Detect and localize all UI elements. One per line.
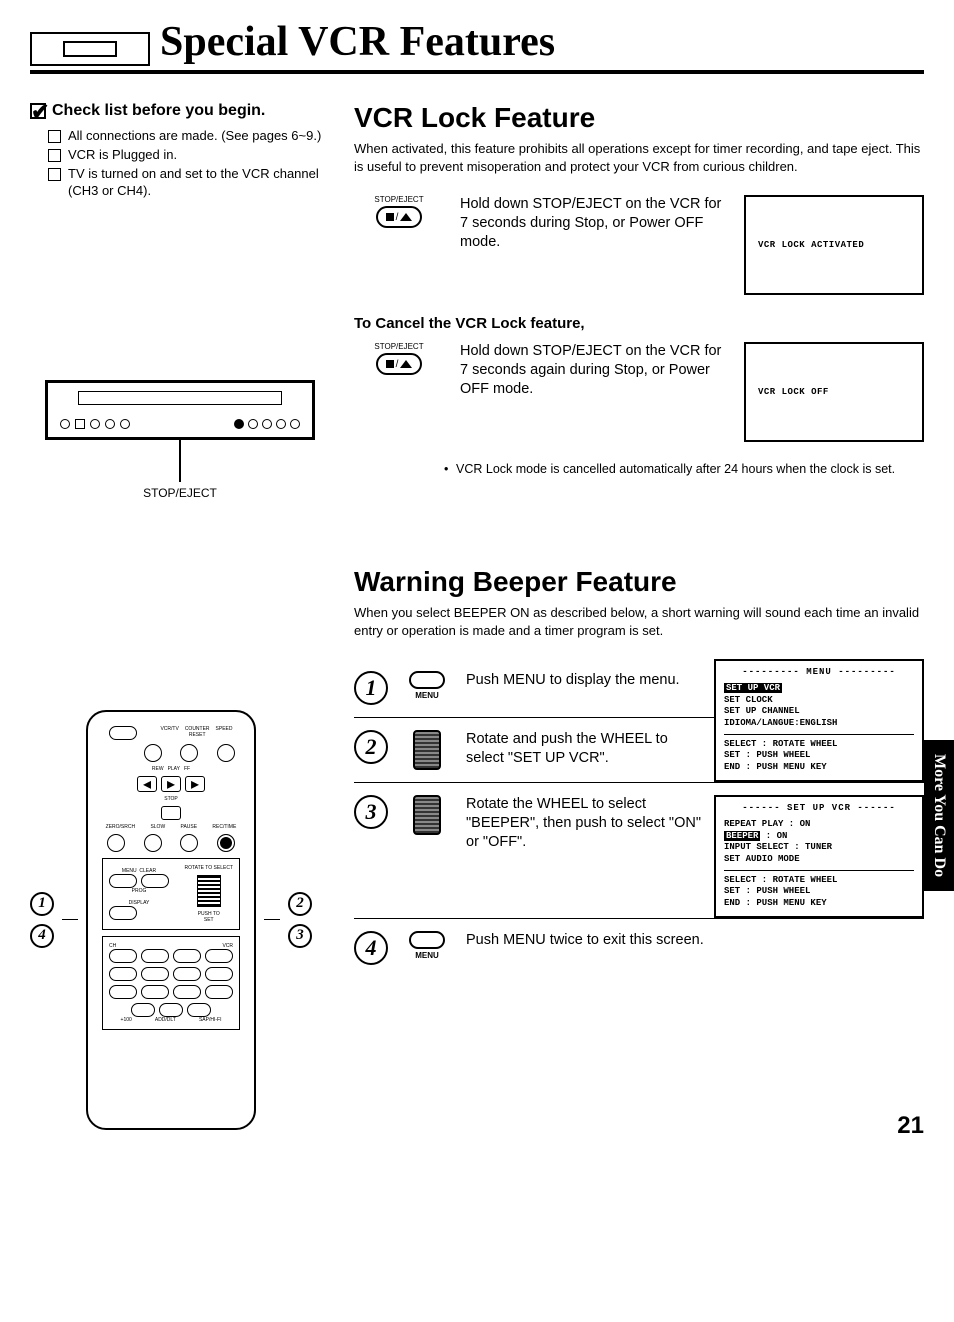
activate-lock-text: Hold down STOP/EJECT on the VCR for 7 se… <box>460 195 728 252</box>
menu-button-icon <box>409 671 445 689</box>
osd-setup-item: SET AUDIO MODE <box>724 854 914 866</box>
checklist: All connections are made. (See pages 6~9… <box>30 128 330 200</box>
vcr-unit-diagram: STOP/EJECT <box>30 380 330 500</box>
cancel-lock-text: Hold down STOP/EJECT on the VCR for 7 se… <box>460 342 728 399</box>
page-header: Special VCR Features <box>30 18 924 74</box>
stop-eject-label: STOP/EJECT <box>30 486 330 500</box>
step-number-3: 3 <box>354 795 388 829</box>
section-tab: More You Can Do <box>924 740 954 891</box>
step-4-text: Push MENU twice to exit this screen. <box>466 931 924 950</box>
callout-2: 2 <box>288 892 312 916</box>
vcr-device-icon <box>30 32 150 66</box>
osd-menu-item-highlighted: SET UP VCR <box>724 683 782 693</box>
wheel-icon <box>413 730 441 770</box>
osd-footer-line: SET : PUSH WHEEL <box>724 886 914 898</box>
osd-setup-item-highlighted: BEEPER <box>724 831 760 841</box>
osd-setup-item: REPEAT PLAY : ON <box>724 819 914 831</box>
osd-menu-item: SET UP CHANNEL <box>724 706 914 718</box>
vcr-lock-off-display: VCR LOCK OFF <box>744 342 924 442</box>
step-1-text: Push MENU to display the menu. <box>466 671 714 690</box>
step-2-text: Rotate and push the WHEEL to select "SET… <box>466 730 714 768</box>
checkmark-icon <box>30 103 46 119</box>
checklist-heading: Check list before you begin. <box>30 102 330 120</box>
lock-auto-cancel-note: VCR Lock mode is cancelled automatically… <box>444 462 924 476</box>
checklist-item: VCR is Plugged in. <box>48 147 330 164</box>
osd-menu-item: SET CLOCK <box>724 695 914 707</box>
callout-4: 4 <box>30 924 54 948</box>
step-number-2: 2 <box>354 730 388 764</box>
vcr-lock-heading: VCR Lock Feature <box>354 102 924 134</box>
tape-slot-icon <box>78 391 282 405</box>
osd-menu-item: IDIOMA/LANGUE:ENGLISH <box>724 718 914 730</box>
menu-button-icon <box>409 931 445 949</box>
callout-3: 3 <box>288 924 312 948</box>
osd-setup-item: INPUT SELECT : TUNER <box>724 842 914 854</box>
checklist-item: All connections are made. (See pages 6~9… <box>48 128 330 145</box>
step-number-1: 1 <box>354 671 388 705</box>
step-3-text: Rotate the WHEEL to select "BEEPER", the… <box>466 795 714 852</box>
vcr-lock-intro: When activated, this feature prohibits a… <box>354 140 924 175</box>
osd-footer-line: END : PUSH MENU KEY <box>724 762 914 774</box>
page-number: 21 <box>897 1112 924 1140</box>
osd-menu-display: --------- MENU --------- SET UP VCR SET … <box>714 659 924 782</box>
osd-footer-line: SELECT : ROTATE WHEEL <box>724 875 914 887</box>
osd-footer-line: SET : PUSH WHEEL <box>724 750 914 762</box>
vcr-lock-activated-display: VCR LOCK ACTIVATED <box>744 195 924 295</box>
checklist-item: TV is turned on and set to the VCR chann… <box>48 166 330 200</box>
callout-1: 1 <box>30 892 54 916</box>
menu-label: MENU <box>415 951 439 960</box>
osd-setup-title: ------ SET UP VCR ------ <box>724 803 914 815</box>
stop-eject-button-label: STOP/EJECT <box>374 195 423 204</box>
menu-label: MENU <box>415 691 439 700</box>
osd-footer-line: SELECT : ROTATE WHEEL <box>724 739 914 751</box>
page-title: Special VCR Features <box>160 18 555 66</box>
osd-footer-line: END : PUSH MENU KEY <box>724 898 914 910</box>
osd-setup-display: ------ SET UP VCR ------ REPEAT PLAY : O… <box>714 795 924 918</box>
stop-eject-button-icon: / <box>376 353 422 375</box>
cancel-lock-heading: To Cancel the VCR Lock feature, <box>354 315 924 332</box>
remote-control-icon: VCR/TVCOUNTERRESETSPEED REWPLAYFF ◂ ▸ ▸ … <box>86 710 256 1130</box>
beeper-intro: When you select BEEPER ON as described b… <box>354 604 924 639</box>
osd-menu-title: --------- MENU --------- <box>724 667 914 679</box>
beeper-heading: Warning Beeper Feature <box>354 566 924 598</box>
stop-eject-button-icon: / <box>376 206 422 228</box>
wheel-icon <box>197 875 221 907</box>
wheel-icon <box>413 795 441 835</box>
checklist-heading-text: Check list before you begin. <box>52 102 265 120</box>
remote-diagram: 1 4 VCR/TVCOUNTERRESETSPEED REWPLAYFF ◂ … <box>30 710 330 1130</box>
stop-eject-button-label: STOP/EJECT <box>374 342 423 351</box>
step-number-4: 4 <box>354 931 388 965</box>
